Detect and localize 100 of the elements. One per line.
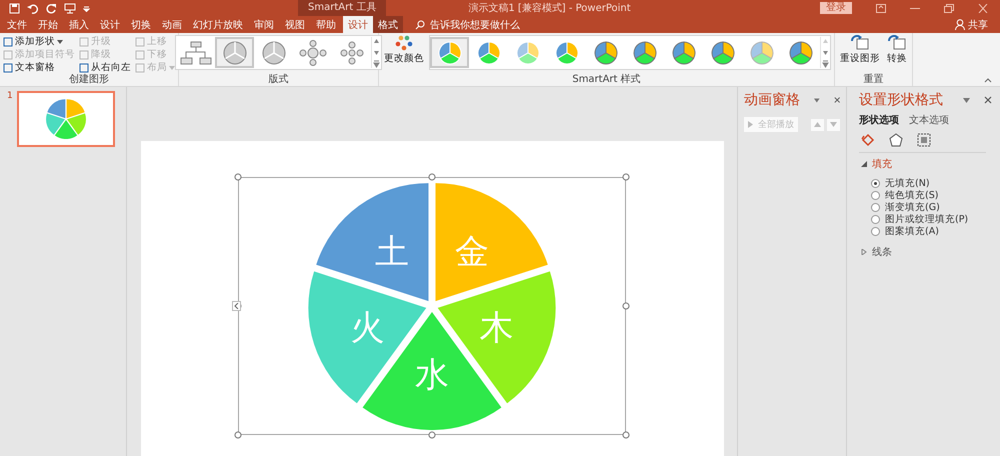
contextual-tab-label: SmartArt 工具: [298, 0, 386, 16]
pane-tab[interactable]: 文本选项: [909, 113, 949, 127]
play-icon: [748, 121, 753, 128]
window-title: 演示文稿1 [兼容模式] - PowerPoint: [468, 2, 631, 15]
text-pane-toggle-icon[interactable]: [232, 301, 241, 311]
triangle-icon: [861, 249, 867, 255]
share-button[interactable]: 共享: [968, 18, 988, 32]
ribbon-button[interactable]: 从右向左: [79, 61, 131, 74]
save-icon[interactable]: [9, 2, 20, 14]
radio-button[interactable]: [871, 190, 880, 200]
scroll-down-icon[interactable]: [822, 48, 829, 56]
radio-label: 无填充(N): [885, 176, 930, 190]
pane-tab[interactable]: 形状选项: [859, 113, 899, 127]
ribbon-tab[interactable]: 格式: [373, 16, 403, 33]
segment-label: 木: [480, 308, 514, 348]
resize-handle[interactable]: [622, 302, 630, 310]
scroll-down-icon[interactable]: [373, 48, 380, 56]
caret-icon: [57, 40, 63, 44]
pie-icon: [748, 40, 774, 66]
pie-icon: [476, 40, 502, 66]
resize-handle[interactable]: [622, 174, 630, 180]
color-dots-icon: [395, 35, 413, 51]
ribbon-button[interactable]: 添加形状: [3, 35, 75, 48]
resize-handle[interactable]: [622, 432, 630, 438]
radio-button[interactable]: [871, 178, 880, 188]
restore-icon[interactable]: [944, 4, 954, 12]
pane-options-icon[interactable]: [814, 98, 820, 102]
group-label: SmartArt 样式: [571, 74, 642, 86]
group-label: 重置: [862, 74, 884, 86]
section-header[interactable]: 线条: [861, 245, 892, 259]
ribbon-tab[interactable]: 动画: [158, 16, 186, 33]
group-label: 版式: [268, 74, 288, 86]
ribbon-button[interactable]: 转换: [885, 35, 909, 65]
size-icon[interactable]: [917, 133, 931, 147]
pane-options-icon[interactable]: [963, 98, 970, 102]
segment-label: 金: [454, 232, 489, 272]
move-up-button[interactable]: [811, 118, 824, 130]
presentation-icon[interactable]: [64, 2, 76, 14]
radio-label: 图片或纹理填充(P): [885, 212, 968, 226]
section-header[interactable]: 填充: [861, 157, 892, 171]
tell-me-field[interactable]: 告诉我你想要做什么: [430, 18, 520, 32]
segment-label: 土: [375, 232, 410, 272]
person-icon: [955, 19, 965, 30]
paint-bucket-icon[interactable]: [861, 133, 875, 147]
pie-icon: [592, 40, 618, 66]
triangle-icon: [861, 161, 867, 167]
pie-icon: [710, 40, 736, 66]
change-colors-button[interactable]: 更改颜色: [382, 35, 426, 65]
pie-diagram-icon: [46, 99, 86, 139]
selection-frame[interactable]: [238, 177, 626, 435]
ribbon-tab[interactable]: 切换: [127, 16, 155, 33]
search-icon: [415, 20, 425, 30]
ribbon-tab[interactable]: 视图: [281, 16, 309, 33]
undo-icon[interactable]: [27, 2, 39, 14]
radio-label: 纯色填充(S): [885, 188, 938, 202]
pentagon-icon[interactable]: [889, 133, 903, 147]
pie-icon: [632, 40, 658, 66]
pie-icon: [436, 40, 462, 66]
ribbon-tab[interactable]: 帮助: [312, 16, 340, 33]
expand-gallery-icon[interactable]: [373, 60, 380, 68]
ribbon-button[interactable]: 文本窗格: [3, 61, 75, 74]
redo-icon[interactable]: [46, 2, 57, 14]
radio-button[interactable]: [871, 226, 880, 236]
radio-button[interactable]: [871, 214, 880, 224]
ribbon-tab[interactable]: 设计: [343, 16, 373, 33]
pane-title: 设置形状格式: [859, 91, 943, 109]
scroll-up-icon[interactable]: [373, 37, 380, 45]
diagram-icon: [178, 40, 212, 66]
ribbon-tab[interactable]: 插入: [65, 16, 93, 33]
move-down-button[interactable]: [827, 118, 840, 130]
resize-handle[interactable]: [428, 432, 436, 438]
ribbon-tab[interactable]: 设计: [96, 16, 124, 33]
style-option[interactable]: [430, 37, 469, 68]
resize-handle[interactable]: [234, 174, 242, 180]
up-arrow-icon: [814, 122, 821, 127]
customize-caret-icon[interactable]: [83, 4, 90, 12]
resize-handle[interactable]: [234, 432, 242, 438]
ribbon-tab[interactable]: 审阅: [250, 16, 278, 33]
radio-label: 渐变填充(G): [885, 200, 940, 214]
layout-option[interactable]: [215, 37, 254, 68]
resize-handle[interactable]: [428, 174, 436, 180]
ribbon-tab[interactable]: 幻灯片放映: [189, 16, 247, 33]
down-arrow-icon: [830, 122, 837, 127]
segment-label: 水: [415, 355, 449, 395]
login-button[interactable]: 登录: [820, 2, 852, 14]
close-icon[interactable]: [984, 96, 992, 104]
segment-label: 火: [350, 308, 384, 348]
ribbon-button[interactable]: 重设图形: [838, 35, 882, 65]
ribbon-display-icon[interactable]: [876, 4, 886, 12]
radio-button[interactable]: [871, 202, 880, 212]
caret-icon: [169, 66, 175, 70]
slide-thumbnail[interactable]: [16, 91, 115, 147]
collapse-ribbon-icon[interactable]: [984, 77, 992, 83]
group-label: 创建图形: [68, 74, 110, 86]
expand-gallery-icon[interactable]: [822, 60, 829, 68]
pie-icon: [788, 40, 814, 66]
close-icon[interactable]: [834, 96, 840, 104]
ribbon-tab[interactable]: 文件: [3, 16, 31, 33]
pie-segment[interactable]: [316, 183, 428, 302]
ribbon-tab[interactable]: 开始: [34, 16, 62, 33]
